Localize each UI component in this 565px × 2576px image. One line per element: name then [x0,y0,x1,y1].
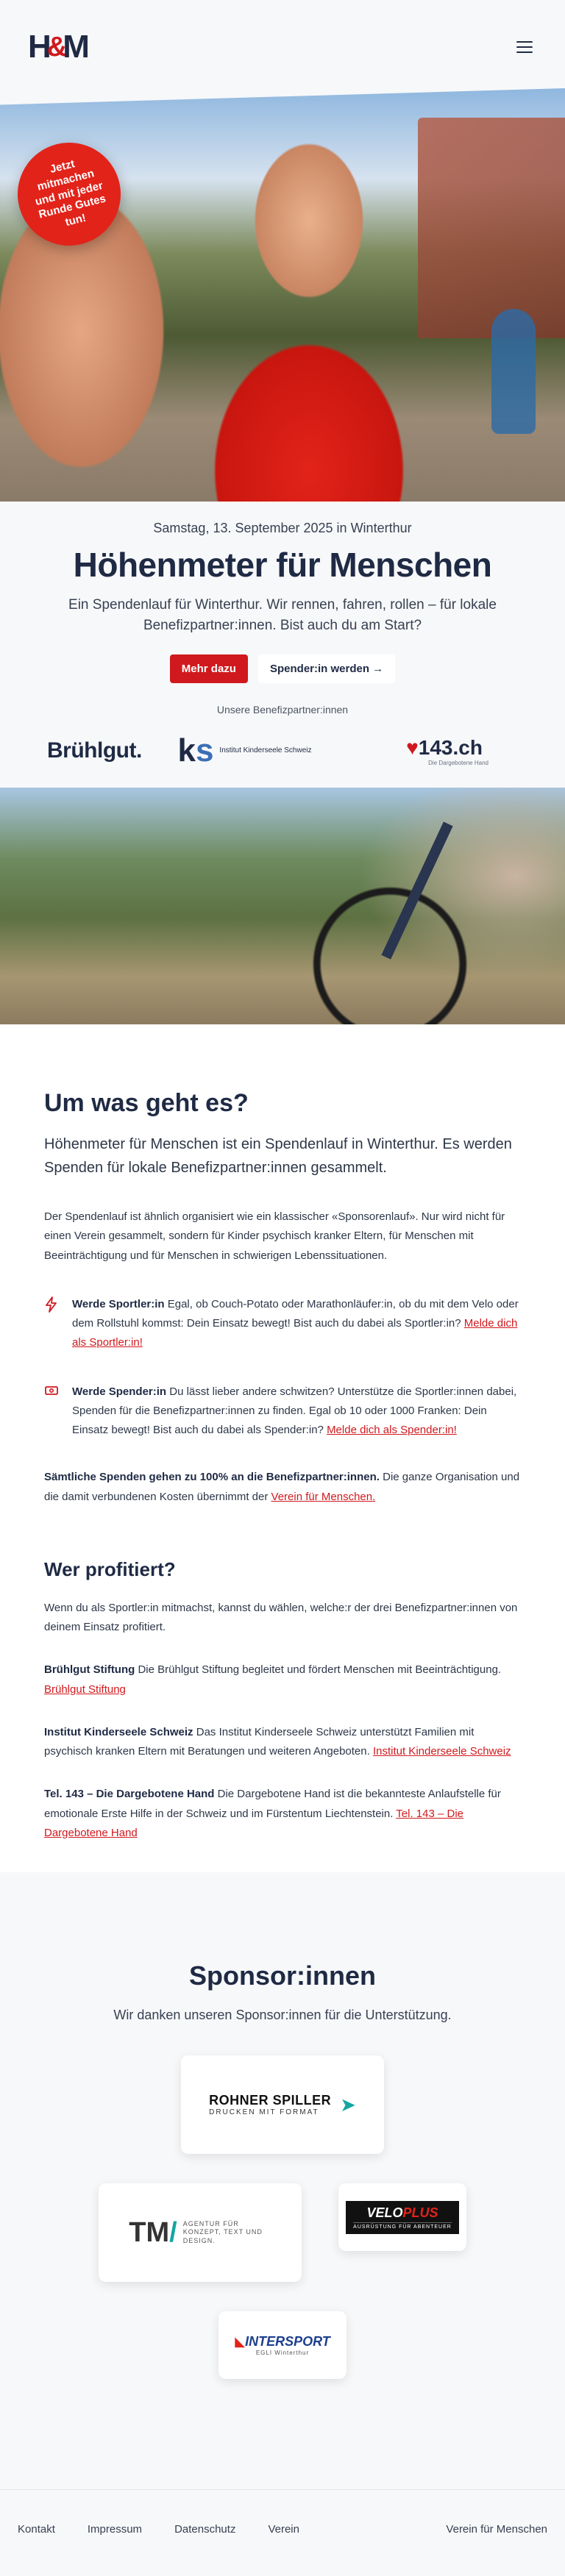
donation-note-bold: Sämtliche Spenden gehen zu 100% an die B… [44,1471,380,1484]
feature-athlete-title: Werde Sportler:in [72,1297,165,1310]
tm-logo: TM/ AGENTUR FÜR KONZEPT, TEXT UND DESIGN… [129,2217,271,2249]
intro-lead: Ein Spendenlauf für Winterthur. Wir renn… [68,597,497,633]
sponsors-subtitle: Wir danken unseren Sponsor:innen für die… [113,2008,452,2023]
menu-line [516,51,533,53]
footer-nav: Kontakt Impressum Datenschutz Verein [18,2523,299,2536]
partners-label: Unsere Benefizpartner:innen [216,704,349,716]
footer-link-impressum[interactable]: Impressum [88,2523,142,2536]
footer-link-verein[interactable]: Verein [268,2523,299,2536]
tm-logo-sub: AGENTUR FÜR KONZEPT, TEXT UND DESIGN. [182,2219,263,2244]
sponsor-grid: ROHNER SPILLER DRUCKEN MIT FORMAT ➤ TM/ … [62,2055,503,2380]
profit-title: Wer profitiert? [44,1558,176,1580]
site-header: H & M [0,0,565,94]
tel143-logo[interactable]: ♥143.ch Die Dargebotene Hand [406,736,488,766]
veloplus-b: PLUS [402,2205,438,2220]
feature-athlete: Werde Sportler:in Egal, ob Couch-Potato … [44,1295,521,1353]
site-footer: Kontakt Impressum Datenschutz Verein Ver… [0,2489,565,2569]
kinderseele-mark: ks [177,735,213,767]
hero-background-runner [491,309,536,434]
tel143-suffix: .ch [452,735,483,759]
kinderseele-mark-k: k [177,732,196,769]
intro-section: Samstag, 13. September 2025 in Winterthu… [0,502,565,774]
feature-donor-text: Werde Spender:in Du lässt lieber andere … [72,1382,521,1441]
intersport-mark-icon: ◣ [235,2334,246,2350]
beneficiary-title: Institut Kinderseele Schweiz [44,1725,193,1738]
menu-line [516,46,533,48]
about-section: Um was geht es? Höhenmeter für Menschen … [0,1024,565,1873]
sponsor-card-tm[interactable]: TM/ AGENTUR FÜR KONZEPT, TEXT UND DESIGN… [99,2183,302,2283]
hero-background-house [418,118,565,338]
beneficiary-kinderseele: Institut Kinderseele Schweiz Das Institu… [44,1723,521,1762]
rohner-logo-title: ROHNER SPILLER [209,2093,332,2108]
sponsor-card-veloplus[interactable]: VELOPLUS AUSRÜSTUNG FÜR ABENTEUER [338,2183,466,2252]
beneficiary-tel143: Tel. 143 – Die Dargebotene Hand Die Darg… [44,1785,521,1843]
page-title: Höhenmeter für Menschen [73,546,492,584]
logo-letter-m: M [63,29,90,65]
tm-logo-slash: / [169,2216,177,2248]
veloplus-sub: AUSRÜSTUNG FÜR ABENTEUER [353,2222,452,2230]
more-info-button[interactable]: Mehr dazu [169,654,248,684]
hero-badge-text: Jetzt mitmachen und mit jeder Runde Gute… [34,157,107,229]
veloplus-logo: VELOPLUS AUSRÜSTUNG FÜR ABENTEUER [346,2200,459,2234]
rohner-logo-sub: DRUCKEN MIT FORMAT [209,2108,319,2117]
intersport-logo: ◣INTERSPORT EGLI Winterthur [235,2334,330,2356]
about-title: Um was geht es? [44,1089,249,1118]
sponsors-section: Sponsor:innen Wir danken unseren Sponsor… [0,1872,565,2490]
tm-logo-title: TM/ [129,2217,177,2249]
hamburger-menu-icon[interactable] [514,39,536,55]
sponsor-card-intersport[interactable]: ◣INTERSPORT EGLI Winterthur [218,2311,347,2380]
intersport-name: INTERSPORT [245,2334,330,2350]
kinderseele-logo[interactable]: ks Institut Kinderseele Schweiz [177,735,311,767]
sponsor-card-rohner[interactable]: ROHNER SPILLER DRUCKEN MIT FORMAT ➤ [181,2055,384,2155]
bruehlgut-link[interactable]: Brühlgut Stiftung [44,1683,126,1696]
footer-link-datenschutz[interactable]: Datenschutz [174,2523,235,2536]
kinderseele-link[interactable]: Institut Kinderseele Schweiz [373,1745,511,1758]
feature-donor-title: Werde Spender:in [72,1385,167,1398]
become-donor-button[interactable]: Spender:in werden → [257,654,396,684]
donation-note: Sämtliche Spenden gehen zu 100% an die B… [44,1468,521,1507]
lightning-icon [44,1296,60,1353]
beneficiary-title: Tel. 143 – Die Dargebotene Hand [44,1788,215,1801]
cyclist-image [0,788,565,1025]
kinderseele-mark-s: s [195,732,214,769]
beneficiary-text: Die Brühlgut Stiftung begleitet und förd… [135,1663,502,1677]
event-date: Samstag, 13. September 2025 in Winterthu… [153,521,412,535]
beneficiary-bruehlgut: Brühlgut Stiftung Die Brühlgut Stiftung … [44,1660,521,1699]
hero-badge[interactable]: Jetzt mitmachen und mit jeder Runde Gute… [7,132,132,257]
site-logo[interactable]: H & M [28,29,90,65]
sponsors-title: Sponsor:innen [189,1960,376,1991]
rohner-logo: ROHNER SPILLER DRUCKEN MIT FORMAT [209,2093,331,2116]
bike-frame-shape [381,821,453,960]
menu-line [516,41,533,43]
tel143-number: 143 [418,735,453,759]
beneficiary-title: Brühlgut Stiftung [44,1663,135,1677]
tel143-logo-number: ♥143.ch [406,736,483,760]
money-icon [44,1384,60,1441]
intersport-sub: EGLI Winterthur [255,2350,310,2357]
verein-link[interactable]: Verein für Menschen. [271,1491,376,1503]
about-lead: Höhenmeter für Menschen ist ein Spendenl… [44,1136,512,1177]
tel143-logo-sub: Die Dargebotene Hand [428,759,488,766]
cta-row: Mehr dazu Spender:in werden → [29,654,536,684]
rohner-bird-icon: ➤ [340,2093,356,2116]
hero-image: Jetzt mitmachen und mit jeder Runde Gute… [0,88,565,502]
donor-signup-link[interactable]: Melde dich als Spender:in! [327,1424,457,1436]
partner-logos: Brühlgut. ks Institut Kinderseele Schwei… [29,716,536,773]
feature-donor: Werde Spender:in Du lässt lieber andere … [44,1382,521,1441]
heart-icon: ♥ [406,735,419,759]
veloplus-a: VELO [366,2205,403,2220]
profit-intro: Wenn du als Sportler:in mitmachst, kanns… [44,1601,518,1634]
footer-link-kontakt[interactable]: Kontakt [18,2523,55,2536]
footer-verein-name[interactable]: Verein für Menschen [446,2523,547,2536]
kinderseele-logo-text: Institut Kinderseele Schweiz [219,746,312,755]
about-body: Der Spendenlauf ist ähnlich organisiert … [44,1210,505,1262]
feature-athlete-text: Werde Sportler:in Egal, ob Couch-Potato … [72,1295,521,1353]
bruehlgut-logo[interactable]: Brühlgut. [47,738,142,763]
tm-logo-letters: TM [129,2216,170,2248]
